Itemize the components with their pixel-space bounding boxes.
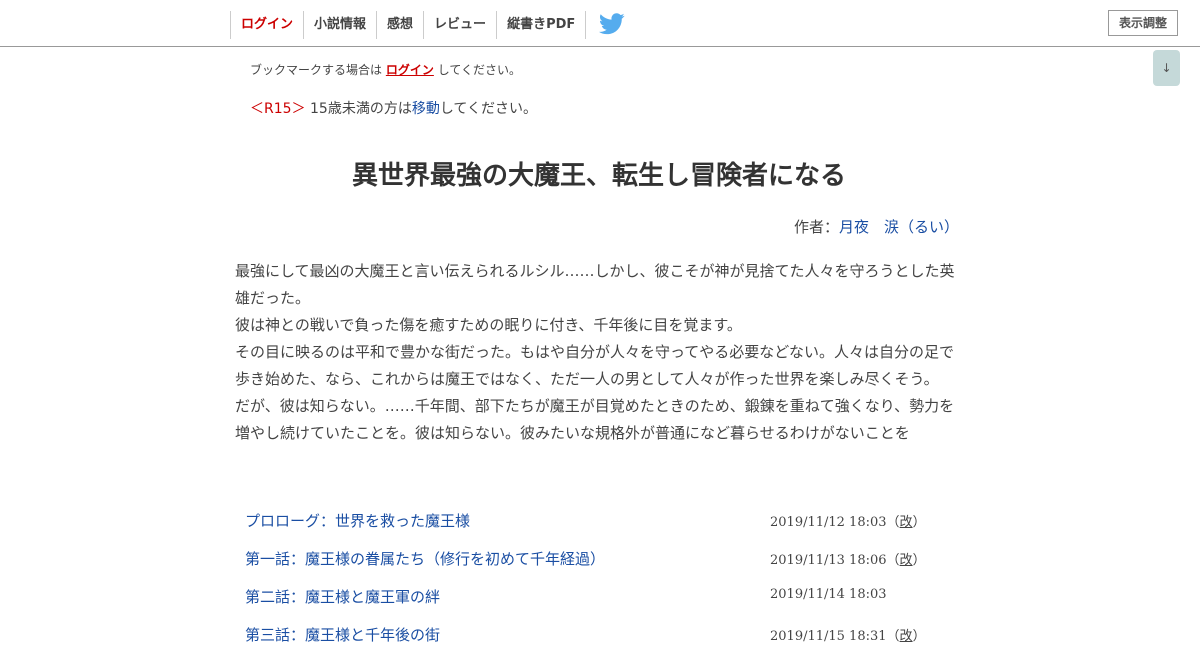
revised-open: （	[886, 553, 900, 568]
display-settings-button[interactable]: 表示調整	[1108, 10, 1178, 36]
r15-move-link[interactable]: 移動	[412, 101, 440, 117]
revised-link[interactable]: 改	[900, 553, 913, 568]
chapter-link[interactable]: 第二話：魔王様と魔王軍の絆	[245, 586, 440, 607]
nav-vertical-pdf[interactable]: 縦書きPDF	[496, 11, 587, 39]
r15-notice: ＜R15＞ 15歳未満の方は移動してください。	[250, 98, 537, 118]
nav-login[interactable]: ログイン	[230, 11, 303, 39]
author-link[interactable]: 月夜 涙（るい）	[839, 218, 959, 236]
chapter-row: 第二話：魔王様と魔王軍の絆 2019/11/14 18:03	[235, 576, 963, 614]
r15-tag: ＜R15＞	[250, 101, 306, 117]
chapter-date: 2019/11/13 18:06（改）	[770, 549, 926, 568]
revised-open: （	[886, 515, 900, 530]
chapter-date-text: 2019/11/15 18:31	[770, 629, 887, 644]
nav-review[interactable]: レビュー	[423, 11, 496, 39]
chapter-date: 2019/11/14 18:03	[770, 587, 887, 602]
chapter-row: 第一話：魔王様の眷属たち（修行を初めて千年経過） 2019/11/13 18:0…	[235, 538, 963, 576]
twitter-bird-icon[interactable]	[598, 13, 627, 37]
r15-prefix: 15歳未満の方は	[310, 101, 412, 117]
novel-synopsis: 最強にして最凶の大魔王と言い伝えられるルシル……しかし、彼こそが神が見捨てた人々…	[235, 258, 963, 447]
revised-close: ）	[912, 553, 926, 568]
chapter-link[interactable]: 第一話：魔王様の眷属たち（修行を初めて千年経過）	[245, 548, 605, 569]
novel-author: 作者：月夜 涙（るい）	[794, 216, 959, 237]
bookmark-login-link[interactable]: ログイン	[386, 63, 434, 77]
chapter-row: プロローグ：世界を救った魔王様 2019/11/12 18:03（改）	[235, 500, 963, 538]
chapter-date: 2019/11/12 18:03（改）	[770, 511, 926, 530]
revised-link[interactable]: 改	[900, 515, 913, 530]
novel-title: 異世界最強の大魔王、転生し冒険者になる	[351, 161, 846, 191]
nav-novel-info[interactable]: 小説情報	[303, 11, 376, 39]
bookmark-notice: ブックマークする場合は ログイン してください。	[250, 61, 521, 78]
chapter-date-text: 2019/11/13 18:06	[770, 553, 887, 568]
revised-close: ）	[912, 515, 926, 530]
r15-suffix: してください。	[439, 101, 537, 117]
bookmark-prefix: ブックマークする場合は	[250, 63, 383, 77]
nav-impressions[interactable]: 感想	[376, 11, 423, 39]
author-label: 作者：	[793, 218, 839, 236]
chapter-link[interactable]: プロローグ：世界を救った魔王様	[245, 510, 470, 531]
chapter-date-text: 2019/11/12 18:03	[770, 515, 887, 530]
chapter-row: 第三話：魔王様と千年後の街 2019/11/15 18:31（改）	[235, 614, 963, 652]
bookmark-suffix: してください。	[437, 63, 521, 77]
chapter-link[interactable]: 第三話：魔王様と千年後の街	[245, 624, 440, 645]
top-navigation-bar: ログイン 小説情報 感想 レビュー 縦書きPDF 表示調整	[0, 0, 1200, 47]
revised-link[interactable]: 改	[900, 629, 913, 644]
revised-close: ）	[912, 629, 926, 644]
chapter-date: 2019/11/15 18:31（改）	[770, 625, 926, 644]
synopsis-line: 最強にして最凶の大魔王と言い伝えられるルシル……しかし、彼こそが神が見捨てた人々…	[235, 262, 955, 307]
synopsis-line: だが、彼は知らない。……千年間、部下たちが魔王が目覚めたときのため、鍛錬を重ねて…	[235, 397, 955, 442]
main-nav: ログイン 小説情報 感想 レビュー 縦書きPDF	[230, 11, 587, 39]
chapter-list: プロローグ：世界を救った魔王様 2019/11/12 18:03（改） 第一話：…	[235, 500, 963, 652]
revised-open: （	[886, 629, 900, 644]
scroll-down-button[interactable]: ↓	[1153, 50, 1180, 86]
synopsis-line: 彼は神との戦いで負った傷を癒すための眠りに付き、千年後に目を覚ます。	[235, 316, 742, 334]
synopsis-line: その目に映るのは平和で豊かな街だった。もはや自分が人々を守ってやる必要などない。…	[235, 343, 954, 388]
chapter-date-text: 2019/11/14 18:03	[770, 587, 887, 602]
